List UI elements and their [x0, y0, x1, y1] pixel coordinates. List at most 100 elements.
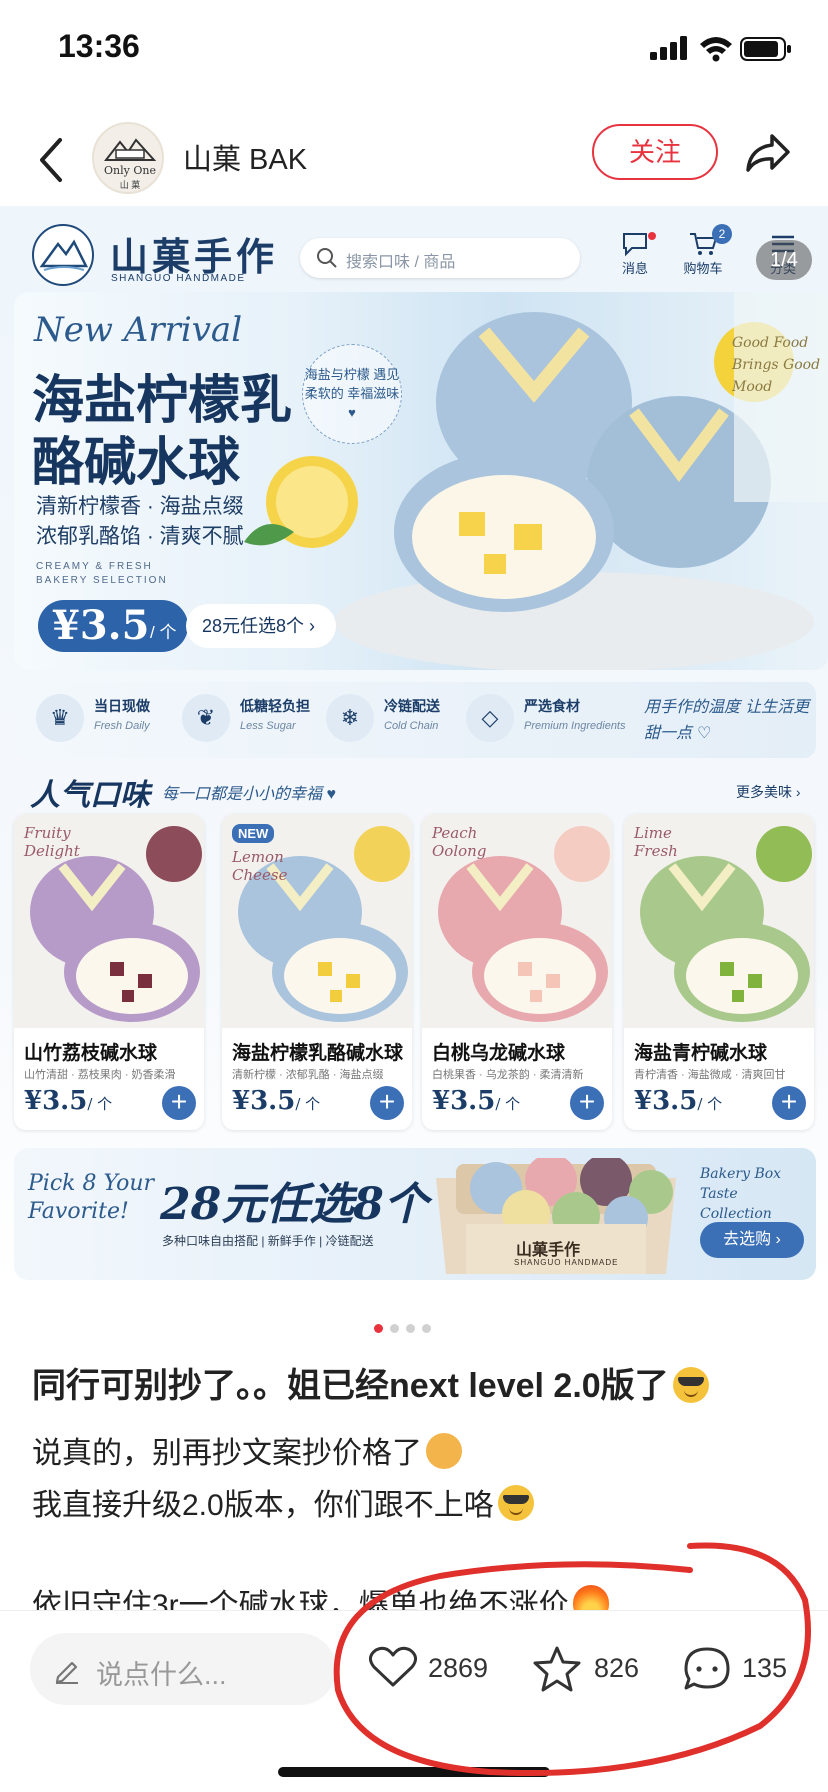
chef-hat-icon: ♛: [36, 694, 84, 742]
new-badge: NEW: [232, 824, 275, 843]
hero-banner: New Arrival 海盐柠檬乳酪碱水球 清新柠檬香 · 海盐点缀 浓郁乳酪馅…: [14, 292, 828, 670]
search-icon: [317, 248, 337, 268]
product-price-value: ¥3.5: [432, 1086, 496, 1116]
box-label-en: SHANGUO HANDMADE: [514, 1258, 619, 1267]
hero-price: ¥3.5: [52, 602, 150, 649]
feature-title: 当日现做: [94, 698, 150, 714]
product-card: Lime Fresh 海盐青柠碱水球 青柠清香 · 海盐微咸 · 清爽回甘 ¥3.5/…: [624, 814, 814, 1130]
promo-subtitle: 多种口味自由搭配 | 新鲜手作 | 冷链配送: [162, 1234, 374, 1248]
add-to-cart-icon: +: [162, 1086, 196, 1120]
product-name: 白桃乌龙碱水球: [432, 1043, 566, 1064]
heart-icon: [369, 1646, 417, 1687]
shop-logo: [32, 224, 94, 286]
feature-title: 低糖轻负担: [240, 698, 310, 714]
post-image-carousel[interactable]: 山菓手作 SHANGUO HANDMADE 搜索口味 / 商品 消息 购物车 2…: [0, 206, 828, 1284]
comment-button[interactable]: 135: [682, 1639, 802, 1699]
product-name: 海盐柠檬乳酪碱水球: [232, 1043, 404, 1064]
gift-box-illustration: 山菓手作 SHANGUO HANDMADE: [426, 1154, 688, 1276]
facepalm-emoji-icon: [426, 1433, 462, 1469]
comment-bubble-icon: [684, 1647, 730, 1690]
product-price-unit: / 个: [495, 1095, 521, 1113]
carousel-dot: [422, 1324, 431, 1333]
section-title: 人气口味: [30, 778, 150, 813]
cellular-signal-icon: [650, 36, 687, 60]
hero-subtitle: 清新柠檬香 · 海盐点缀 浓郁乳酪馅 · 清爽不腻: [36, 492, 316, 552]
product-desc: 山竹清甜 · 荔枝果肉 · 奶香柔滑: [24, 1069, 176, 1081]
author-avatar[interactable]: Only One 山 菓: [92, 122, 164, 194]
product-name: 海盐青柠碱水球: [634, 1043, 768, 1064]
product-price: ¥3.5/ 个: [232, 1086, 320, 1116]
product-price: ¥3.5/ 个: [24, 1086, 112, 1116]
product-price-unit: / 个: [87, 1095, 113, 1113]
banner-header: 山菓手作 SHANGUO HANDMADE 搜索口味 / 商品 消息 购物车 2…: [10, 216, 818, 290]
product-image: Peach Oolong: [422, 814, 612, 1028]
carousel-dot-active: [374, 1324, 383, 1333]
carousel-dot: [390, 1324, 399, 1333]
feature-title: 冷链配送: [384, 698, 440, 714]
product-price: ¥3.5/ 个: [432, 1086, 520, 1116]
promo-banner: Pick 8 Your Favorite! 28元任选8个 多种口味自由搭配 |…: [14, 1148, 816, 1280]
engagement-bar: 说点什么... 2869 826 135: [0, 1610, 828, 1792]
hero-tagline-en: CREAMY & FRESH BAKERY SELECTION: [36, 561, 168, 586]
feature-title: 严选食材: [524, 698, 580, 714]
star-icon: [533, 1646, 581, 1692]
back-arrow-icon[interactable]: [34, 130, 70, 190]
hero-stamp: 海盐与柠檬 遇见柔软的 幸福滋味 ♥: [302, 344, 402, 444]
go-shop-button: 去选购 ›: [700, 1222, 804, 1258]
avatar-brand-subtext: 山 菓: [119, 180, 141, 190]
note-line-text: 我直接升级2.0版本，你们跟不上咯: [32, 1489, 494, 1522]
hero-title: 海盐柠檬乳酪碱水球: [32, 370, 293, 493]
fire-emoji-icon: [572, 1585, 609, 1612]
status-bar: 13:36: [0, 0, 828, 100]
hero-deal-pill: 28元任选8个 ›: [186, 604, 336, 648]
cart-count-badge: 2: [712, 224, 732, 244]
mountain-icon: [39, 239, 89, 271]
brand-slogan: 用手作的温度 让生活更甜一点 ♡: [644, 697, 810, 742]
promo-title: 28元任选8个: [160, 1179, 428, 1230]
product-script-tag: Peach Oolong: [432, 824, 487, 860]
hero-subtitle-line: 清新柠檬香 · 海盐点缀: [36, 495, 244, 518]
message-entry: 消息: [610, 230, 660, 290]
product-price-value: ¥3.5: [634, 1086, 698, 1116]
collect-button[interactable]: 826: [532, 1639, 652, 1699]
feature-subtitle: Cold Chain: [384, 720, 439, 732]
message-label: 消息: [621, 261, 648, 276]
author-name[interactable]: 山菓 BAK: [183, 136, 307, 178]
box-label: 山菓手作: [516, 1242, 581, 1259]
comment-input[interactable]: 说点什么...: [30, 1633, 336, 1705]
cart-label: 购物车: [683, 261, 723, 276]
sunglasses-emoji-icon: [672, 1367, 709, 1403]
note-line-text: 依旧守住3r一个碱水球，爆单也绝不涨价: [32, 1589, 569, 1612]
comment-placeholder: 说点什么...: [96, 1660, 227, 1690]
promo-side-script: Bakery Box Taste Collection: [700, 1166, 782, 1222]
feature-subtitle: Premium Ingredients: [524, 720, 626, 732]
note-title: 同行可别抄了。。姐已经next level 2.0版了: [32, 1358, 709, 1407]
sunglasses-emoji-icon: [497, 1485, 534, 1521]
product-script-tag: Fruity Delight: [24, 824, 80, 860]
diamond-icon: ◇: [466, 694, 514, 742]
product-name: 山竹荔枝碱水球: [24, 1043, 158, 1064]
note-line: 说真的，别再抄文案抄价格了: [32, 1428, 462, 1472]
leaf-icon: ❦: [182, 694, 230, 742]
feature-subtitle: Less Sugar: [240, 720, 296, 732]
home-indicator: [278, 1767, 550, 1777]
product-image: Lime Fresh: [624, 814, 814, 1028]
product-card: NEW Lemon Cheese 海盐柠檬乳酪碱水球 清新柠檬 · 浓郁乳酪 · 海盐…: [222, 814, 412, 1130]
promo-script: Pick 8 Your Favorite!: [28, 1171, 155, 1224]
chat-bubble-icon: [623, 233, 647, 257]
shop-name-en: SHANGUO HANDMADE: [111, 273, 246, 284]
note-line-text: 说真的，别再抄文案抄价格了: [32, 1437, 422, 1470]
product-price: ¥3.5/ 个: [634, 1086, 722, 1116]
product-script-tag: Lime Fresh: [634, 824, 678, 860]
product-image: Fruity Delight: [14, 814, 204, 1028]
share-icon[interactable]: [744, 128, 792, 176]
like-count: 2869: [428, 1653, 489, 1683]
note-header: Only One 山 菓 山菓 BAK 关注: [0, 110, 828, 210]
hero-price-pill: ¥3.5 / 个: [38, 600, 188, 652]
more-flavors-link: 更多美味 ›: [736, 784, 801, 800]
search-placeholder: 搜索口味 / 商品: [346, 254, 456, 271]
like-button[interactable]: 2869: [368, 1639, 498, 1699]
follow-button[interactable]: 关注: [592, 124, 718, 180]
wifi-icon: [700, 37, 732, 62]
product-script-tag: Lemon Cheese: [232, 848, 288, 884]
